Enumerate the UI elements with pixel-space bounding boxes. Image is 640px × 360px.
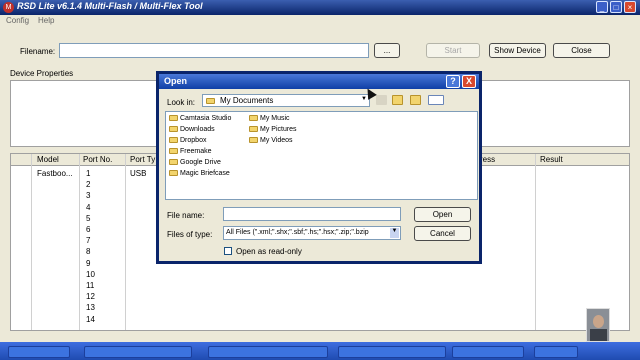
webcam-overlay — [586, 308, 610, 342]
folder-item[interactable]: My Music — [249, 115, 290, 122]
grid-cell-model: Fastboo... — [37, 169, 73, 178]
taskbar-item[interactable] — [8, 346, 70, 358]
folder-icon — [206, 98, 215, 104]
person-body-icon — [590, 329, 607, 341]
folder-icon — [169, 137, 178, 144]
folder-item[interactable]: My Pictures — [249, 126, 297, 133]
read-only-label: Open as read-only — [236, 247, 302, 256]
dialog-close-button[interactable]: X — [462, 75, 476, 88]
back-icon[interactable] — [376, 95, 387, 105]
look-in-label: Look in: — [167, 98, 196, 107]
grid-cell-type: USB — [130, 169, 147, 178]
videos-folder-icon — [249, 137, 258, 144]
person-face-icon — [593, 315, 604, 328]
folder-icon — [169, 148, 178, 155]
close-icon[interactable]: × — [624, 1, 636, 13]
look-in-dropdown[interactable]: My Documents ▼ — [202, 94, 370, 107]
folder-item[interactable]: Downloads — [169, 126, 215, 133]
folder-icon — [169, 115, 178, 122]
window-title: RSD Lite v6.1.4 Multi-Flash / Multi-Flex… — [17, 1, 203, 11]
chevron-down-icon: ▼ — [390, 228, 399, 238]
menu-bar: Config Help — [0, 15, 640, 27]
menu-help[interactable]: Help — [38, 16, 54, 25]
taskbar-item[interactable] — [534, 346, 578, 358]
file-name-field[interactable] — [223, 207, 401, 221]
grid-cell-port: 4 — [86, 202, 91, 212]
new-folder-icon[interactable] — [410, 95, 421, 105]
grid-cell-port: 11 — [86, 281, 95, 290]
col-port-type: Port Ty — [130, 155, 156, 164]
grid-cell-port: 3 — [86, 191, 91, 201]
music-folder-icon — [249, 115, 258, 122]
read-only-checkbox[interactable] — [224, 247, 232, 255]
files-of-type-dropdown[interactable]: All Files (".xml;".shx;".sbf;".hs;".hsx;… — [223, 226, 401, 240]
look-in-value: My Documents — [220, 96, 274, 105]
dialog-title-bar: Open ? X — [159, 74, 479, 89]
view-menu-icon[interactable] — [428, 95, 444, 105]
grid-divider — [535, 154, 536, 330]
grid-cell-port: 12 — [86, 292, 95, 302]
files-of-type-value: All Files (".xml;".shx;".sbf;".hs;".hsx;… — [226, 229, 369, 236]
pictures-folder-icon — [249, 126, 258, 133]
col-result: Result — [540, 155, 563, 164]
dialog-title: Open — [164, 76, 188, 86]
grid-cell-port: 7 — [86, 236, 91, 246]
folder-icon — [169, 170, 178, 177]
grid-divider — [31, 154, 32, 330]
help-button[interactable]: ? — [446, 75, 460, 88]
maximize-icon[interactable]: □ — [610, 1, 622, 13]
status-bar — [0, 331, 640, 342]
folder-icon — [169, 159, 178, 166]
folder-item[interactable]: Freemake — [169, 148, 212, 155]
grid-cell-port: 14 — [86, 314, 95, 324]
cancel-button[interactable]: Cancel — [414, 226, 471, 241]
grid-cell-port: 5 — [86, 213, 91, 223]
col-port-no: Port No. — [83, 155, 113, 164]
title-bar: M RSD Lite v6.1.4 Multi-Flash / Multi-Fl… — [0, 0, 640, 15]
taskbar-item[interactable] — [208, 346, 328, 358]
start-button[interactable]: Start — [426, 43, 480, 58]
show-device-button[interactable]: Show Device — [489, 43, 546, 58]
grid-cell-port: 2 — [86, 180, 91, 190]
files-of-type-label: Files of type: — [167, 230, 213, 239]
taskbar-item[interactable] — [84, 346, 192, 358]
grid-cell-port: 9 — [86, 258, 91, 268]
folder-item[interactable]: My Videos — [249, 137, 293, 144]
col-progress: ress — [480, 155, 496, 164]
taskbar-item[interactable] — [338, 346, 446, 358]
col-model: Model — [37, 155, 59, 164]
folder-item[interactable]: Magic Briefcase — [169, 170, 230, 177]
folder-item[interactable]: Dropbox — [169, 137, 206, 144]
grid-divider — [125, 154, 126, 330]
file-list: Camtasia Studio Downloads Dropbox Freema… — [165, 111, 478, 200]
taskbar — [0, 342, 640, 360]
grid-cell-port: 8 — [86, 247, 91, 257]
motorola-logo-icon: M — [3, 2, 14, 13]
file-name-label: File name: — [167, 211, 205, 220]
filename-field[interactable] — [59, 43, 369, 58]
folder-icon — [169, 126, 178, 133]
device-properties-label: Device Properties — [10, 69, 74, 78]
filename-label: Filename: — [20, 47, 56, 56]
minimize-icon[interactable]: _ — [596, 1, 608, 13]
close-button[interactable]: Close — [553, 43, 610, 58]
grid-divider — [79, 154, 80, 330]
menu-config[interactable]: Config — [6, 16, 29, 25]
folder-item[interactable]: Camtasia Studio — [169, 115, 231, 122]
browse-button[interactable]: ... — [374, 43, 400, 58]
open-button[interactable]: Open — [414, 207, 471, 222]
grid-cell-port: 1 — [86, 169, 91, 178]
grid-cell-port: 10 — [86, 269, 95, 279]
open-dialog: Open ? X Look in: My Documents ▼ Camtasi… — [156, 71, 482, 264]
taskbar-item[interactable] — [452, 346, 524, 358]
folder-item[interactable]: Google Drive — [169, 159, 221, 166]
up-folder-icon[interactable] — [392, 95, 403, 105]
grid-cell-port: 6 — [86, 225, 91, 234]
grid-cell-port: 13 — [86, 303, 95, 313]
